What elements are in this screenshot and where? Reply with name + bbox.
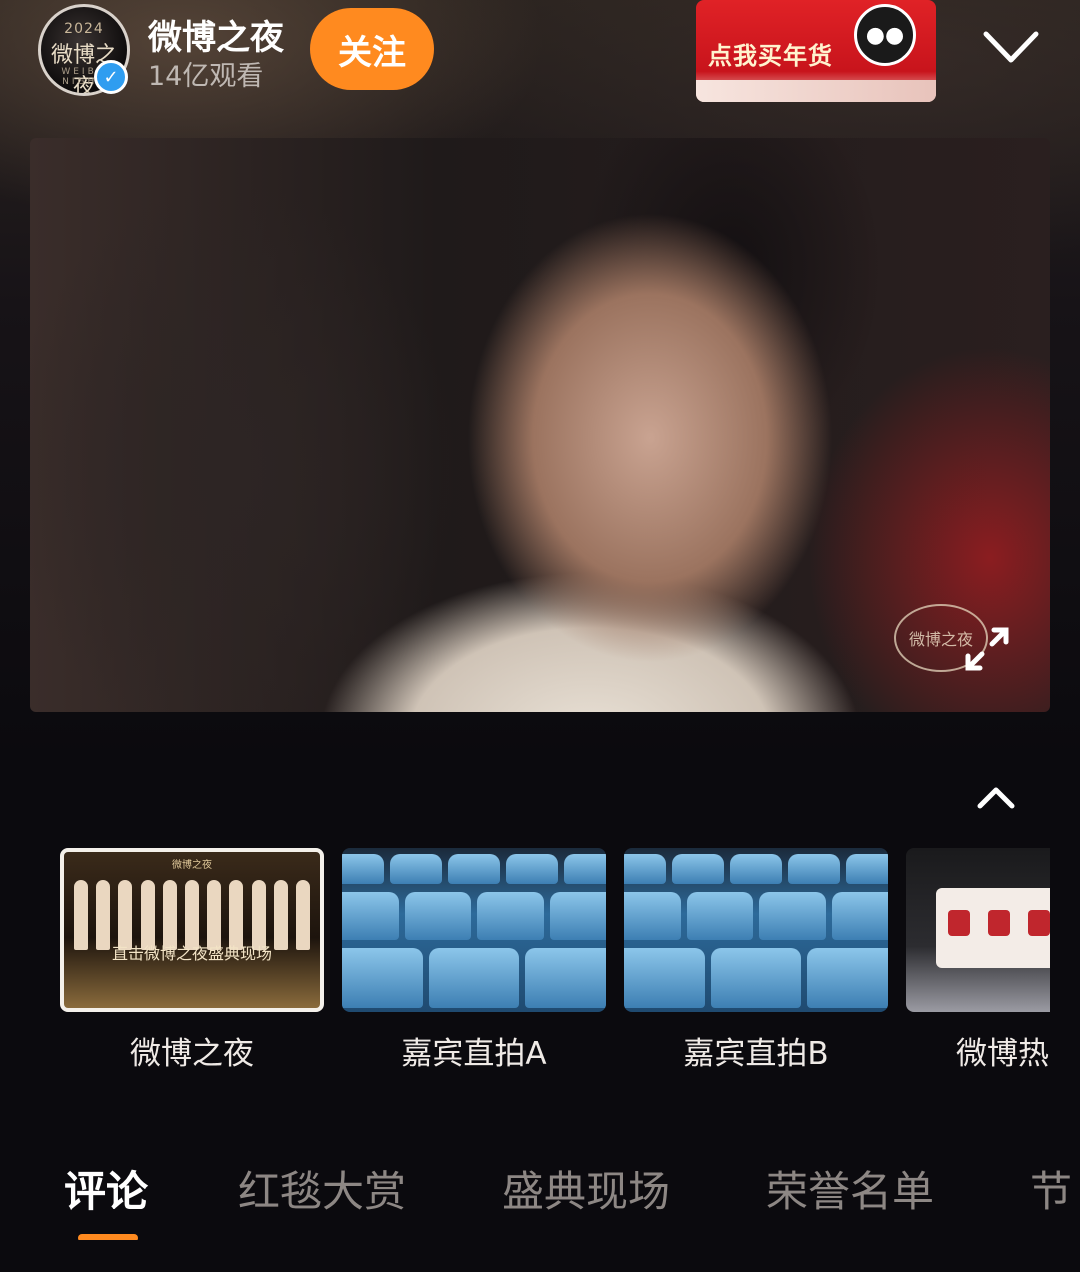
channel-item[interactable]: 微博热 <box>906 848 1050 1073</box>
thumbnail-set <box>936 888 1050 968</box>
chevron-up-icon[interactable] <box>974 780 1018 814</box>
channel-thumbnail: 微博之夜 直击微博之夜盛典现场 <box>60 848 324 1012</box>
follow-button[interactable]: 关注 <box>310 8 434 90</box>
view-count: 14亿观看 <box>148 61 264 92</box>
channel-label: 嘉宾直拍A <box>401 1036 547 1072</box>
tab-honor-list[interactable]: 荣誉名单 <box>766 1158 934 1219</box>
ad-banner-base <box>696 80 936 102</box>
tab-ceremony-live[interactable]: 盛典现场 <box>502 1158 670 1219</box>
tab-bar: 评论 红毯大赏 盛典现场 荣誉名单 节 <box>0 1150 1080 1240</box>
ad-banner-text: 点我买年货 <box>708 42 833 70</box>
channel-thumbnail <box>624 848 888 1012</box>
channel-item[interactable]: 微博之夜 直击微博之夜盛典现场 微博之夜 <box>60 848 324 1073</box>
thumbnail-title: 直击微博之夜盛典现场 <box>111 944 272 963</box>
live-header: 2024 微博之夜 WEIBO NIGHT ✓ 微博之夜 14亿观看 关注 点我… <box>0 0 1080 120</box>
active-tab-indicator <box>78 1234 138 1240</box>
tab-more[interactable]: 节 <box>1030 1158 1072 1219</box>
mascot-icon: ●● <box>854 4 916 66</box>
channel-label: 微博之夜 <box>130 1036 254 1072</box>
chevron-down-icon[interactable] <box>980 22 1042 72</box>
fullscreen-icon[interactable] <box>960 622 1014 676</box>
channel-list: 微博之夜 直击微博之夜盛典现场 微博之夜 嘉宾直拍A 嘉宾直拍B 微博热 <box>0 848 1050 1078</box>
channel-thumbnail <box>342 848 606 1012</box>
ad-banner[interactable]: 点我买年货 ●● <box>696 0 936 102</box>
channel-thumbnail <box>906 848 1050 1012</box>
tab-red-carpet[interactable]: 红毯大赏 <box>238 1158 406 1219</box>
channel-label: 嘉宾直拍B <box>683 1036 829 1072</box>
avatar-year: 2024 <box>64 21 104 37</box>
channel-item[interactable]: 嘉宾直拍B <box>624 848 888 1073</box>
verified-badge-icon: ✓ <box>94 60 128 94</box>
channel-item[interactable]: 嘉宾直拍A <box>342 848 606 1073</box>
account-name[interactable]: 微博之夜 <box>148 10 284 59</box>
channel-label: 微博热 <box>956 1036 1049 1072</box>
tab-comments[interactable]: 评论 <box>64 1158 148 1219</box>
video-player[interactable]: 微博之夜 <box>30 138 1050 712</box>
thumbnail-logo: 微博之夜 <box>172 860 212 871</box>
